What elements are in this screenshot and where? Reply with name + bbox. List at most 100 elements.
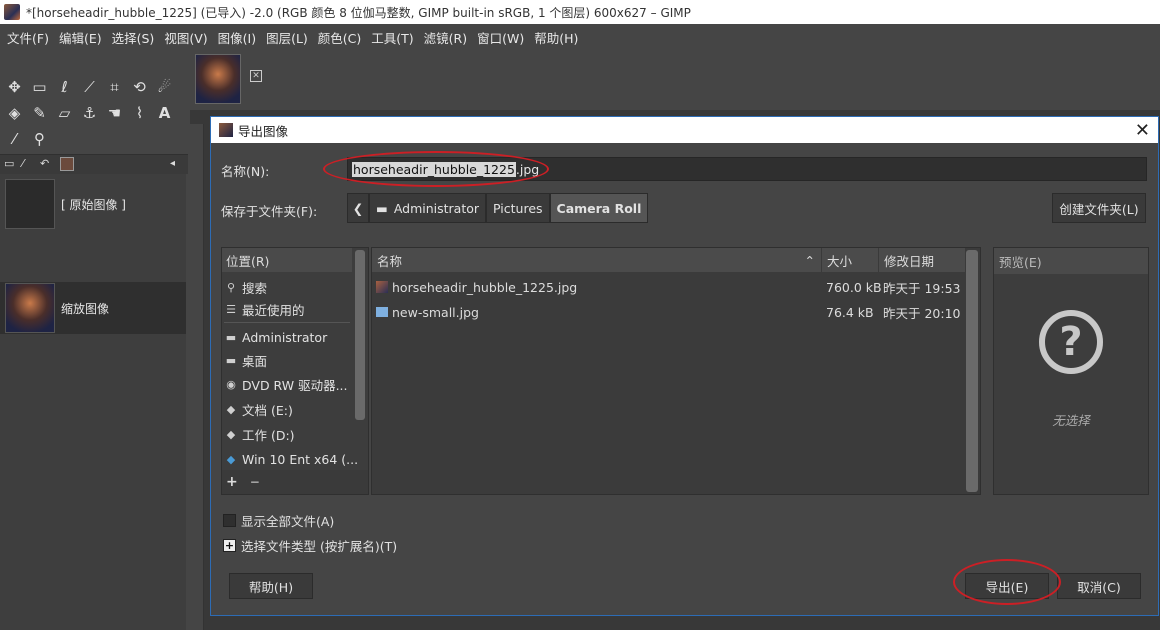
tool-row-2: ◈ ✎ ▱ ⚓ ☚ ⌇ A xyxy=(2,100,177,125)
drive-icon: ◆ xyxy=(226,427,236,441)
annotation-circle-filename xyxy=(323,151,549,187)
place-label: 桌面 xyxy=(242,353,268,369)
drive-icon: ◆ xyxy=(226,402,236,416)
help-button[interactable]: 帮助(H) xyxy=(229,573,313,599)
places-header: 位置(R) xyxy=(222,248,352,272)
menu-file[interactable]: 文件(F) xyxy=(2,28,54,47)
menu-layer[interactable]: 图层(L) xyxy=(261,28,313,47)
file-row[interactable]: horseheadir_hubble_1225.jpg 760.0 kB 昨天于… xyxy=(372,275,966,299)
zoom-tool-icon[interactable]: ⚲ xyxy=(27,126,52,151)
paintbrush-tool-icon[interactable]: ✎ xyxy=(27,100,52,125)
place-win10-drive[interactable]: ◆ Win 10 Ent x64 (... xyxy=(224,448,358,470)
search-icon: ⚲ xyxy=(226,280,236,294)
sort-ascending-icon: ⌃ xyxy=(804,252,815,268)
menu-filters[interactable]: 滤镜(R) xyxy=(419,28,472,47)
dock-menu-icon[interactable]: ◂ xyxy=(170,158,175,169)
file-name: new-small.jpg xyxy=(392,304,479,320)
path-label: Camera Roll xyxy=(556,200,642,216)
column-size-header[interactable]: 大小 xyxy=(822,248,879,272)
menu-view[interactable]: 视图(V) xyxy=(159,28,212,47)
menu-windows[interactable]: 窗口(W) xyxy=(472,28,529,47)
close-image-tab-icon[interactable]: ✕ xyxy=(250,70,262,82)
image-tab-thumbnail[interactable] xyxy=(195,54,241,104)
column-name-header[interactable]: 名称 ⌃ xyxy=(372,248,822,272)
place-drive-d[interactable]: ◆ 工作 (D:) xyxy=(224,423,295,445)
add-place-button[interactable]: + xyxy=(226,474,238,490)
path-pictures-button[interactable]: Pictures xyxy=(486,193,550,223)
checkbox-label: 显示全部文件(A) xyxy=(241,514,335,529)
history-item-label: 缩放图像 xyxy=(61,301,110,316)
place-dvd-drive[interactable]: ◉ DVD RW 驱动器... xyxy=(224,373,348,395)
place-search[interactable]: ⚲ 搜索 xyxy=(224,276,267,298)
file-row[interactable]: new-small.jpg 76.4 kB 昨天于 20:10 xyxy=(372,300,966,324)
preview-no-selection: 无选择 xyxy=(1052,413,1090,428)
file-date: 昨天于 20:10 xyxy=(883,305,961,321)
chevron-left-icon: ❮ xyxy=(352,200,364,216)
place-label: Administrator xyxy=(242,329,328,345)
file-type-expander[interactable]: + 选择文件类型 (按扩展名)(T) xyxy=(223,536,397,555)
path-label: Administrator xyxy=(393,200,480,216)
menu-help[interactable]: 帮助(H) xyxy=(529,28,583,47)
place-label: 搜索 xyxy=(242,280,268,296)
path-label: Pictures xyxy=(493,200,543,216)
crop-tool-icon[interactable]: ⌗ xyxy=(102,74,127,99)
history-item[interactable]: [ 原始图像 ] xyxy=(0,178,186,230)
path-camera-roll-button[interactable]: Camera Roll xyxy=(549,193,649,223)
images-tab-icon[interactable] xyxy=(60,157,74,171)
remove-place-button[interactable]: − xyxy=(250,475,260,489)
text-tool-icon[interactable]: A xyxy=(152,100,177,125)
menubar: 文件(F) 编辑(E) 选择(S) 视图(V) 图像(I) 图层(L) 颜色(C… xyxy=(0,24,1160,50)
file-name: horseheadir_hubble_1225.jpg xyxy=(392,279,578,295)
menu-colors[interactable]: 颜色(C) xyxy=(313,28,366,47)
clone-tool-icon[interactable]: ⚓ xyxy=(77,100,102,125)
undo-history-tab-icon[interactable]: ↶ xyxy=(40,157,49,170)
file-list-scrollbar[interactable] xyxy=(966,250,978,492)
fuzzy-select-tool-icon[interactable]: ⟋ xyxy=(77,74,102,99)
menu-edit[interactable]: 编辑(E) xyxy=(54,28,107,47)
place-drive-e[interactable]: ◆ 文档 (E:) xyxy=(224,398,293,420)
drive-icon: ◆ xyxy=(226,452,236,466)
close-icon[interactable]: ✕ xyxy=(1135,120,1150,141)
paths-tab-icon[interactable]: ⁄ xyxy=(22,157,24,170)
lasso-tool-icon[interactable]: ℓ xyxy=(52,74,77,99)
move-tool-icon[interactable]: ✥ xyxy=(2,74,27,99)
checkbox-box xyxy=(223,514,236,527)
places-panel: 位置(R) ⚲ 搜索 ☰ 最近使用的 ▬ Administrator ▬ 桌面 ◉ DVD… xyxy=(221,247,369,495)
tool-row-1: ✥ ▭ ℓ ⟋ ⌗ ⟲ ☄ xyxy=(2,74,177,99)
dialog-title: 导出图像 xyxy=(238,123,289,139)
paths-tool-icon[interactable]: ⌇ xyxy=(127,100,152,125)
path-administrator-button[interactable]: ▬ Administrator xyxy=(369,193,487,223)
history-item-selected[interactable]: 缩放图像 xyxy=(0,282,186,334)
eraser-tool-icon[interactable]: ▱ xyxy=(52,100,77,125)
path-bar: ❮ ▬ Administrator Pictures Camera Roll xyxy=(347,193,649,223)
recent-icon: ☰ xyxy=(226,302,236,316)
create-folder-button[interactable]: 创建文件夹(L) xyxy=(1052,193,1146,223)
history-item-label: [ 原始图像 ] xyxy=(61,197,126,212)
file-date: 昨天于 19:53 xyxy=(883,280,961,296)
path-back-button[interactable]: ❮ xyxy=(347,193,369,223)
transform-tool-icon[interactable]: ⟲ xyxy=(127,74,152,99)
places-scrollbar[interactable] xyxy=(355,250,365,420)
rect-select-tool-icon[interactable]: ▭ xyxy=(27,74,52,99)
place-label: Win 10 Ent x64 (... xyxy=(242,451,359,467)
column-label: 修改日期 xyxy=(884,253,935,269)
color-picker-tool-icon[interactable]: ⁄ xyxy=(2,126,27,151)
place-recent[interactable]: ☰ 最近使用的 xyxy=(224,298,304,320)
place-administrator[interactable]: ▬ Administrator xyxy=(224,326,327,348)
warp-tool-icon[interactable]: ☄ xyxy=(152,74,177,99)
menu-select[interactable]: 选择(S) xyxy=(107,28,160,47)
place-label: DVD RW 驱动器... xyxy=(242,377,348,393)
export-image-dialog: 导出图像 ✕ 名称(N): horseheadir_hubble_1225 .jp… xyxy=(210,116,1159,616)
show-all-files-checkbox[interactable]: 显示全部文件(A) xyxy=(223,511,334,530)
smudge-tool-icon[interactable]: ☚ xyxy=(102,100,127,125)
cancel-button[interactable]: 取消(C) xyxy=(1057,573,1141,599)
menu-image[interactable]: 图像(I) xyxy=(213,28,261,47)
preview-panel: 预览(E) ? 无选择 xyxy=(993,247,1149,495)
menu-tools[interactable]: 工具(T) xyxy=(366,28,418,47)
column-date-header[interactable]: 修改日期 xyxy=(879,248,966,272)
bucket-fill-tool-icon[interactable]: ◈ xyxy=(2,100,27,125)
place-desktop[interactable]: ▬ 桌面 xyxy=(224,349,267,371)
layers-tab-icon[interactable]: ▭ xyxy=(4,157,14,170)
file-list-header: 名称 ⌃ 大小 修改日期 xyxy=(372,248,966,272)
window-title: *[horseheadir_hubble_1225] (已导入) -2.0 (R… xyxy=(26,5,691,20)
